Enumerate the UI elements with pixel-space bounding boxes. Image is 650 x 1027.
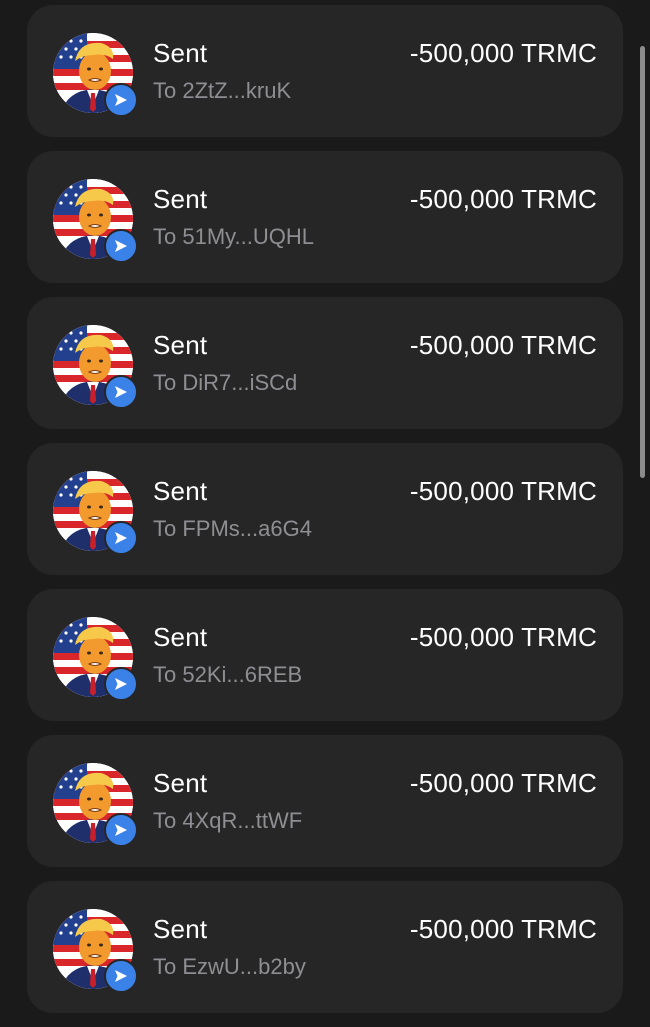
send-arrow-icon <box>104 521 138 555</box>
transaction-row[interactable]: Sent To EzwU...b2by -500,000 TRMC <box>27 881 623 1013</box>
transaction-amount: -500,000 TRMC <box>409 476 597 506</box>
transaction-type: Sent <box>153 622 208 652</box>
recipient-address: To 52Ki...6REB <box>153 662 303 687</box>
transaction-type: Sent <box>153 476 208 506</box>
send-arrow-icon <box>104 959 138 993</box>
send-arrow-icon <box>104 813 138 847</box>
transaction-type: Sent <box>153 184 208 214</box>
transaction-amount: -500,000 TRMC <box>409 38 597 68</box>
transaction-row[interactable]: Sent To DiR7...iSCd -500,000 TRMC <box>27 297 623 429</box>
transaction-row[interactable]: Sent To FPMs...a6G4 -500,000 TRMC <box>27 443 623 575</box>
transaction-row[interactable]: Sent To 51My...UQHL -500,000 TRMC <box>27 151 623 283</box>
recipient-address: To FPMs...a6G4 <box>153 516 312 541</box>
transaction-amount: -500,000 TRMC <box>409 330 597 360</box>
transaction-row[interactable]: Sent To 4XqR...ttWF -500,000 TRMC <box>27 735 623 867</box>
transaction-amount: -500,000 TRMC <box>409 768 597 798</box>
send-arrow-icon <box>104 229 138 263</box>
scrollbar[interactable] <box>640 46 645 478</box>
send-arrow-icon <box>104 667 138 701</box>
recipient-address: To EzwU...b2by <box>153 954 306 979</box>
transaction-amount: -500,000 TRMC <box>409 914 597 944</box>
transaction-list: Sent To 2ZtZ...kruK -500,000 TRMC Sent T… <box>27 5 623 1027</box>
transaction-type: Sent <box>153 768 208 798</box>
transaction-type: Sent <box>153 38 208 68</box>
recipient-address: To 2ZtZ...kruK <box>153 78 292 103</box>
send-arrow-icon <box>104 83 138 117</box>
transaction-type: Sent <box>153 914 208 944</box>
transaction-amount: -500,000 TRMC <box>409 184 597 214</box>
recipient-address: To 51My...UQHL <box>153 224 314 249</box>
transaction-amount: -500,000 TRMC <box>409 622 597 652</box>
recipient-address: To DiR7...iSCd <box>153 370 298 395</box>
transaction-type: Sent <box>153 330 208 360</box>
transaction-row[interactable]: Sent To 52Ki...6REB -500,000 TRMC <box>27 589 623 721</box>
recipient-address: To 4XqR...ttWF <box>153 808 303 833</box>
send-arrow-icon <box>104 375 138 409</box>
transaction-row[interactable]: Sent To 2ZtZ...kruK -500,000 TRMC <box>27 5 623 137</box>
